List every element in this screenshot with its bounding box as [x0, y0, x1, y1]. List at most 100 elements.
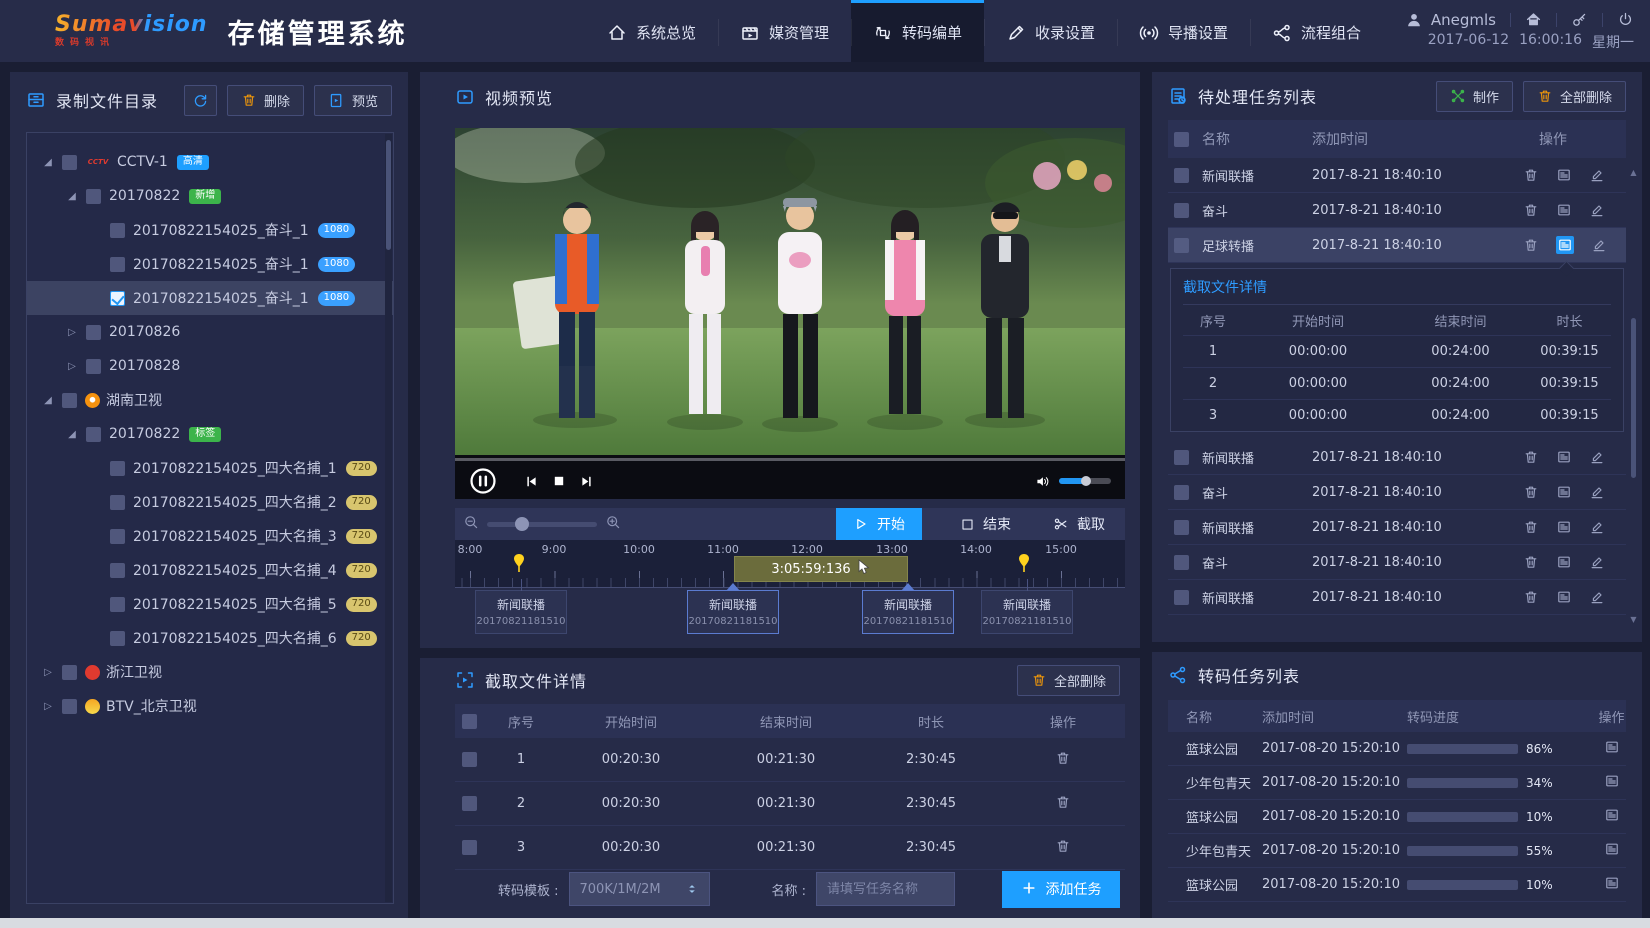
tree-checkbox[interactable] [110, 223, 125, 238]
tree-checkbox[interactable] [86, 189, 101, 204]
delete-icon[interactable] [1055, 794, 1071, 810]
user-menu[interactable]: Anegmls [1405, 11, 1496, 29]
nav-tab-4[interactable]: 收录设置 [984, 0, 1117, 62]
clip-card[interactable]: 新闻联播20170821181510 [475, 590, 567, 634]
tree-row[interactable]: 20170822154025_四大名捕_3720 [27, 519, 393, 553]
expand-arrow-icon[interactable]: ▷ [41, 667, 55, 678]
tree-row[interactable]: ◢20170822标签 [27, 417, 393, 451]
edit-icon[interactable] [1589, 449, 1605, 465]
tree-checkbox[interactable] [86, 359, 101, 374]
detail-icon[interactable] [1556, 236, 1574, 254]
detail-icon[interactable] [1556, 202, 1572, 218]
detail-icon[interactable] [1556, 449, 1572, 465]
detail-icon[interactable] [1604, 807, 1620, 823]
delete-button[interactable]: 删除 [227, 85, 304, 116]
delete-icon[interactable] [1523, 449, 1539, 465]
pending-task-row[interactable]: 奋斗2017-8-21 18:40:10 [1168, 545, 1626, 580]
end-button[interactable]: 结束 [948, 508, 1023, 540]
tree-row[interactable]: ◢CCTVCCTV-1高清 [27, 145, 393, 179]
power-icon[interactable] [1617, 11, 1634, 28]
tree-row[interactable]: 20170822154025_四大名捕_1720 [27, 451, 393, 485]
make-button[interactable]: 制作 [1436, 81, 1513, 112]
capture-delete-all-button[interactable]: 全部删除 [1017, 665, 1120, 696]
tree-row[interactable]: 20170822154025_奋斗_11080 [27, 281, 393, 315]
edit-icon[interactable] [1589, 554, 1605, 570]
tree-checkbox[interactable] [110, 495, 125, 510]
detail-icon[interactable] [1556, 167, 1572, 183]
tree-checkbox[interactable] [110, 563, 125, 578]
previous-button[interactable] [524, 474, 539, 489]
tree-row[interactable]: ▷20170828 [27, 349, 393, 383]
pending-task-row[interactable]: 新闻联播2017-8-21 18:40:10 [1168, 510, 1626, 545]
pending-task-row[interactable]: 足球转播2017-8-21 18:40:10 [1168, 228, 1626, 263]
row-checkbox[interactable] [1174, 238, 1189, 253]
tree-checkbox[interactable] [110, 529, 125, 544]
player-progress-bar[interactable] [455, 458, 1125, 461]
delete-icon[interactable] [1055, 838, 1071, 854]
task-name-input[interactable] [816, 872, 955, 906]
pending-task-row[interactable]: 新闻联播2017-8-21 18:40:10 [1168, 158, 1626, 193]
video-frame[interactable] [455, 128, 1125, 455]
nav-tab-2[interactable]: 媒资管理 [718, 0, 851, 62]
tree-row[interactable]: ▷20170826 [27, 315, 393, 349]
timeline-marker-pin[interactable] [514, 554, 524, 576]
tree-row[interactable]: 20170822154025_四大名捕_4720 [27, 553, 393, 587]
clip-card[interactable]: 新闻联播20170821181510 [687, 590, 779, 634]
pause-button[interactable] [469, 467, 497, 495]
delete-icon[interactable] [1055, 750, 1071, 766]
tree-checkbox[interactable] [110, 461, 125, 476]
timeline-zoom-slider[interactable] [487, 522, 597, 527]
delete-icon[interactable] [1523, 519, 1539, 535]
clip-card[interactable]: 新闻联播20170821181510 [862, 590, 954, 634]
pending-scrollbar[interactable]: ▲▼ [1629, 168, 1638, 624]
nav-tab-5[interactable]: 导播设置 [1117, 0, 1250, 62]
delete-icon[interactable] [1523, 589, 1539, 605]
tree-row[interactable]: 20170822154025_四大名捕_6720 [27, 621, 393, 655]
volume-icon[interactable] [1034, 473, 1051, 490]
tree-row[interactable]: ◢20170822新增 [27, 179, 393, 213]
tree-row[interactable]: 20170822154025_四大名捕_2720 [27, 485, 393, 519]
tree-checkbox[interactable] [110, 257, 125, 272]
edit-icon[interactable] [1589, 519, 1605, 535]
delete-icon[interactable] [1523, 202, 1539, 218]
volume-slider[interactable] [1059, 478, 1111, 484]
refresh-button[interactable] [184, 85, 217, 116]
row-checkbox[interactable] [1174, 485, 1189, 500]
home-icon[interactable] [1525, 11, 1542, 28]
template-select[interactable]: 700K/1M/2M [569, 872, 710, 906]
detail-icon[interactable] [1556, 484, 1572, 500]
row-checkbox[interactable] [1174, 520, 1189, 535]
tree-checkbox[interactable] [62, 155, 77, 170]
tree-checkbox[interactable] [86, 325, 101, 340]
stop-button[interactable] [552, 474, 566, 488]
row-checkbox[interactable] [1174, 590, 1189, 605]
tree-checkbox[interactable] [110, 631, 125, 646]
tree-row[interactable]: 20170822154025_奋斗_11080 [27, 213, 393, 247]
tree-checkbox[interactable] [62, 393, 77, 408]
zoom-out-icon[interactable] [463, 514, 479, 534]
tree-row[interactable]: ◢湖南卫视 [27, 383, 393, 417]
row-checkbox[interactable] [462, 752, 477, 767]
pending-task-row[interactable]: 新闻联播2017-8-21 18:40:10 [1168, 440, 1626, 475]
edit-icon[interactable] [1589, 589, 1605, 605]
timeline-selection[interactable]: 3:05:59:136 [734, 556, 908, 582]
delete-icon[interactable] [1523, 237, 1539, 253]
delete-icon[interactable] [1523, 484, 1539, 500]
detail-icon[interactable] [1556, 589, 1572, 605]
detail-icon[interactable] [1604, 739, 1620, 755]
edit-icon[interactable] [1589, 484, 1605, 500]
timeline-marker-pin[interactable] [1019, 554, 1029, 576]
time-ruler[interactable]: 3:05:59:136 8:009:0010:0011:0012:0013:00… [455, 540, 1125, 588]
delete-icon[interactable] [1523, 554, 1539, 570]
expand-arrow-icon[interactable]: ▷ [65, 361, 79, 372]
collapse-arrow-icon[interactable]: ◢ [65, 191, 79, 202]
detail-icon[interactable] [1604, 773, 1620, 789]
tree-checkbox[interactable] [86, 427, 101, 442]
detail-icon[interactable] [1604, 875, 1620, 891]
nav-tab-6[interactable]: 流程组合 [1250, 0, 1383, 62]
tree-checkbox[interactable] [110, 291, 125, 306]
collapse-arrow-icon[interactable]: ◢ [65, 429, 79, 440]
row-checkbox[interactable] [1174, 555, 1189, 570]
collapse-arrow-icon[interactable]: ◢ [41, 395, 55, 406]
zoom-in-icon[interactable] [605, 514, 621, 534]
